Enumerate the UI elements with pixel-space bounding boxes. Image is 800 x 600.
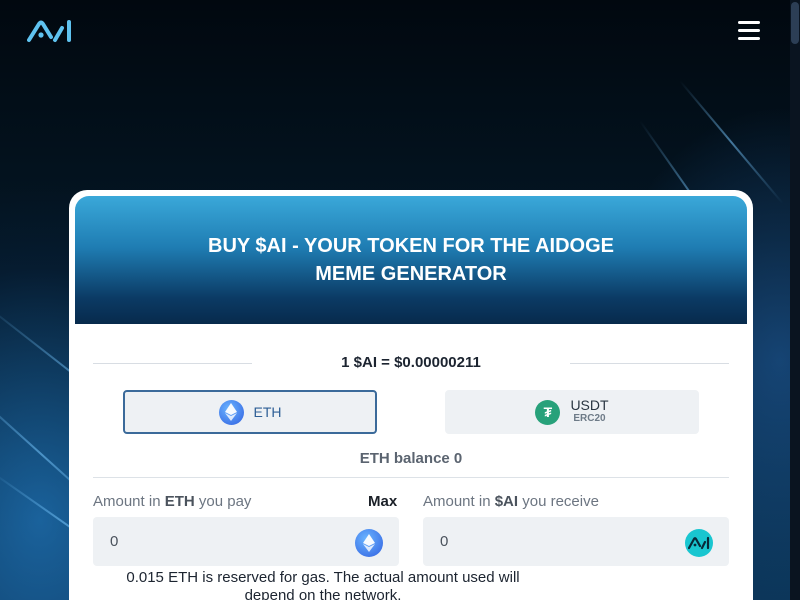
- gas-reserve-note: 0.015 ETH is reserved for gas. The actua…: [126, 569, 520, 600]
- receive-amount-input[interactable]: [423, 517, 673, 566]
- card-title: BUY $AI - YOUR TOKEN FOR THE AIDOGE MEME…: [208, 235, 614, 285]
- usdt-icon: ₮: [535, 399, 561, 425]
- card-header: BUY $AI - YOUR TOKEN FOR THE AIDOGE MEME…: [75, 196, 747, 324]
- aidoge-logo-icon[interactable]: [27, 18, 73, 44]
- usdt-token-label: USDT: [570, 397, 609, 413]
- pay-amount-input[interactable]: [93, 517, 343, 566]
- usdt-token-button[interactable]: ₮ USDT ERC20: [445, 390, 699, 434]
- buy-widget-card: BUY $AI - YOUR TOKEN FOR THE AIDOGE MEME…: [69, 190, 753, 600]
- divider-right: [570, 363, 729, 364]
- price-row: 1 $AI = $0.00000211: [93, 350, 729, 376]
- divider: [93, 477, 729, 478]
- eth-icon: [218, 399, 244, 425]
- eth-balance: ETH balance 0: [359, 450, 463, 467]
- scrollbar-thumb[interactable]: [791, 2, 799, 44]
- eth-token-button[interactable]: ETH: [123, 390, 377, 434]
- eth-icon: [355, 529, 383, 557]
- receive-amount-label: Amount in $AI you receive: [423, 493, 599, 510]
- pay-amount-field[interactable]: [93, 517, 399, 566]
- usdt-network-label: ERC20: [573, 413, 606, 424]
- eth-token-label: ETH: [253, 404, 282, 420]
- hamburger-menu-icon[interactable]: [737, 19, 761, 41]
- ai-token-icon: [685, 529, 713, 557]
- max-button[interactable]: Max: [368, 493, 397, 510]
- pay-amount-label: Amount in ETH you pay: [93, 493, 252, 510]
- scrollbar[interactable]: [790, 0, 800, 600]
- receive-amount-field[interactable]: [423, 517, 729, 566]
